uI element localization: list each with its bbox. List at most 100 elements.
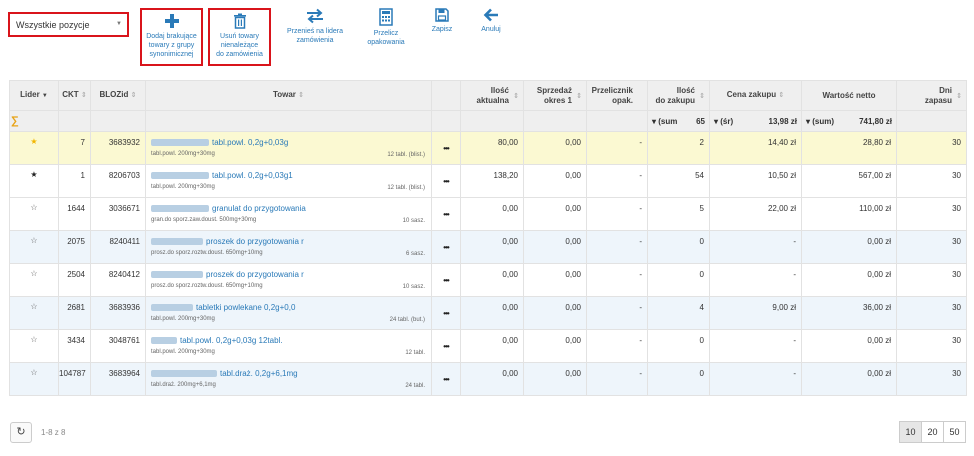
product-cell: tabletki powlekane 0,2g+0,0 tabl.powl. 20… [145,296,432,330]
move-label-1: Przenieś na lidera [286,28,344,35]
more-actions-button[interactable]: ••• [431,263,461,297]
blozid-cell: 3036671 [90,197,146,231]
dni-zapasu-cell: 30 [896,296,967,330]
column-header-ilosc-zakupu[interactable]: Ilość do zakupu ⇕ [647,80,710,111]
column-header-lider[interactable]: Lider ▼ [9,80,59,111]
przelicznik-cell: - [586,329,648,363]
column-header-sprzedaz[interactable]: Sprzedaż okres 1 ⇕ [523,80,587,111]
column-header-cena-zakupu[interactable]: Cena zakupu ⇕ [709,80,802,111]
header-row: Lider ▼ CKT ⇕ BLOZid ⇕ Towar ⇕ Ilość aktu… [9,80,967,111]
table-row[interactable]: ☆ 2075 8240411 proszek do przygotowania r pr… [9,230,967,264]
page-size-50[interactable]: 50 [943,421,966,443]
leader-star-icon[interactable]: ☆ [9,296,59,330]
cancel-button[interactable]: Anuluj [474,8,508,34]
ilosc-zakupu-cell[interactable]: 0 [647,230,710,264]
save-button[interactable]: Zapisz [427,8,457,34]
more-actions-button[interactable]: ••• [431,329,461,363]
sprzedaz-cell: 0,00 [523,329,587,363]
leader-star-icon[interactable]: ☆ [9,263,59,297]
leader-star-icon[interactable]: ☆ [9,230,59,264]
package-size: 12 tabl. [405,350,425,356]
table-row[interactable]: ☆ 2681 3683936 tabletki powlekane 0,2g+0,0 t… [9,296,967,330]
more-actions-button[interactable]: ••• [431,131,461,165]
table-row[interactable]: ☆ 104787 3683964 tabl.draż. 0,2g+6,1mg tabl.… [9,362,967,396]
ilosc-zakupu-cell[interactable]: 5 [647,197,710,231]
ilosc-zakupu-cell[interactable]: 54 [647,164,710,198]
ilosc-zakupu-cell[interactable]: 2 [647,131,710,165]
ckt-cell: 2681 [58,296,91,330]
column-header-wartosc-netto[interactable]: Wartość netto [801,80,897,111]
wartosc-netto-cell: 110,00 zł [801,197,897,231]
table-row[interactable]: ★ 1 8206703 tabl.powl. 0,2g+0,03g1 tabl.powl… [9,164,967,198]
avg-cena-zakupu[interactable]: ▾ (śr) 13,98 zł [709,110,802,132]
sum-wartosc-netto[interactable]: ▾ (sum) 741,80 zł [801,110,897,132]
ckt-cell: 2075 [58,230,91,264]
leader-star-icon[interactable]: ★ [9,164,59,198]
column-header-ilosc-aktualna[interactable]: Ilość aktualna ⇕ [460,80,524,111]
column-header-ckt[interactable]: CKT ⇕ [58,80,91,111]
ckt-cell: 2504 [58,263,91,297]
page-size-20[interactable]: 20 [921,421,944,443]
leader-star-icon[interactable]: ☆ [9,362,59,396]
sprzedaz-cell: 0,00 [523,197,587,231]
more-actions-button[interactable]: ••• [431,230,461,264]
blozid-cell: 8206703 [90,164,146,198]
more-actions-button[interactable]: ••• [431,362,461,396]
leader-star-icon[interactable]: ☆ [9,329,59,363]
product-link[interactable]: tabl.powl. 0,2g+0,03g [212,138,288,147]
ilosc-zakupu-cell[interactable]: 0 [647,263,710,297]
wartosc-netto-cell: 0,00 zł [801,362,897,396]
product-link[interactable]: tabletki powlekane 0,2g+0,0 [196,303,295,312]
product-form: prosz.do sporz.roztw.doust. 650mg+10mg [151,250,263,256]
more-actions-button[interactable]: ••• [431,197,461,231]
column-header-towar[interactable]: Towar ⇕ [145,80,432,111]
recalculate-packages-button[interactable]: Przelicz opakowania [359,8,413,47]
dni-zapasu-cell: 30 [896,263,967,297]
table-row[interactable]: ☆ 3434 3048761 tabl.powl. 0,2g+0,03g 12tabl… [9,329,967,363]
remove-foreign-items-button[interactable]: Usuń towary nienależące do zamówienia [208,8,271,66]
move-to-leader-button[interactable]: Przenieś na lidera zamówienia [284,8,346,45]
table-row[interactable]: ☆ 2504 8240412 proszek do przygotowania r pr… [9,263,967,297]
more-actions-button[interactable]: ••• [431,164,461,198]
table-row[interactable]: ☆ 1644 3036671 granulat do przygotowania gra… [9,197,967,231]
product-cell: granulat do przygotowania gran.do sporz.z… [145,197,432,231]
position-filter-select[interactable]: Wszystkie pozycje ▼ [8,12,129,37]
sprzedaz-cell: 0,00 [523,131,587,165]
product-link[interactable]: proszek do przygotowania r [206,270,304,279]
ilosc-aktualna-cell: 138,20 [460,164,524,198]
column-header-blozid[interactable]: BLOZid ⇕ [90,80,146,111]
dni-zapasu-cell: 30 [896,197,967,231]
calc-label-1: Przelicz [373,30,399,37]
product-link[interactable]: proszek do przygotowania r [206,237,304,246]
sum-ilosc-zakupu[interactable]: ▾ (sum 65 [647,110,710,132]
cena-zakupu-cell: - [709,230,802,264]
column-header-przelicznik[interactable]: Przelicznik opak. [586,80,648,111]
przelicznik-cell: - [586,362,648,396]
product-link[interactable]: tabl.powl. 0,2g+0,03g 12tabl. [180,336,283,345]
table-row[interactable]: ★ 7 3683932 tabl.powl. 0,2g+0,03g tabl.powl.… [9,131,967,165]
arrow-left-icon [483,8,498,22]
product-link[interactable]: granulat do przygotowania [212,204,306,213]
page-size-10[interactable]: 10 [899,421,922,443]
leader-star-icon[interactable]: ☆ [9,197,59,231]
ilosc-zakupu-cell[interactable]: 0 [647,329,710,363]
sprzedaz-cell: 0,00 [523,263,587,297]
add-missing-synonyms-button[interactable]: Dodaj brakujące towary z grupy synonimic… [140,8,203,66]
sort-icon: ⇕ [513,93,519,100]
more-actions-button[interactable]: ••• [431,296,461,330]
ilosc-aktualna-cell: 0,00 [460,329,524,363]
ilosc-zakupu-cell[interactable]: 0 [647,362,710,396]
column-header-dni-zapasu[interactable]: Dni zapasu ⇕ [896,80,967,111]
redacted-name [151,304,193,311]
przelicznik-cell: - [586,164,648,198]
ilosc-zakupu-cell[interactable]: 4 [647,296,710,330]
product-link[interactable]: tabl.powl. 0,2g+0,03g1 [212,171,293,180]
product-link[interactable]: tabl.draż. 0,2g+6,1mg [220,369,298,378]
wartosc-netto-cell: 0,00 zł [801,329,897,363]
blozid-cell: 8240412 [90,263,146,297]
package-size: 24 tabl. (but.) [389,317,425,323]
refresh-icon: ↻ [16,426,26,438]
leader-star-icon[interactable]: ★ [9,131,59,165]
refresh-button[interactable]: ↻ [10,422,32,443]
plus-icon [164,14,179,28]
